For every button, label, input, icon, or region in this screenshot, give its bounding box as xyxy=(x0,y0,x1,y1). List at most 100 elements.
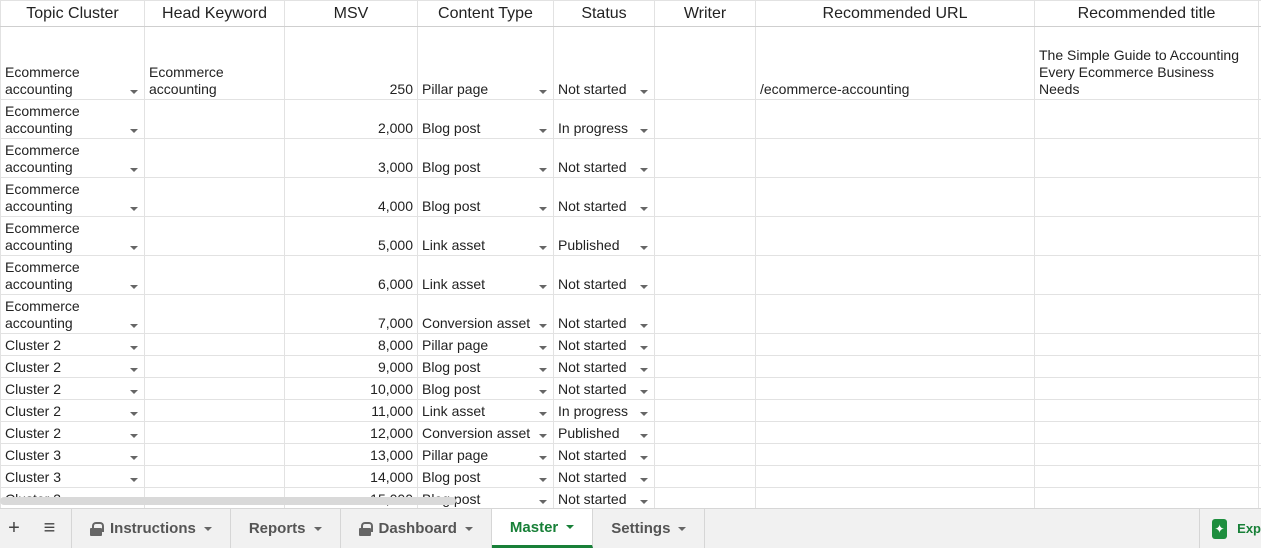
cell-content-type[interactable]: Link asset xyxy=(417,399,554,422)
tab-instructions[interactable]: Instructions xyxy=(72,509,231,548)
cell-head-keyword[interactable] xyxy=(144,177,285,217)
cell-recommended-title[interactable] xyxy=(1034,399,1259,422)
cell-content-type[interactable]: Blog post xyxy=(417,138,554,178)
cell-writer[interactable] xyxy=(654,216,756,256)
cell-recommended-title[interactable]: The Simple Guide to Accounting Every Eco… xyxy=(1034,26,1259,100)
dropdown-arrow-icon[interactable] xyxy=(539,434,547,438)
cell-recommended-title[interactable] xyxy=(1034,294,1259,334)
all-sheets-menu-icon[interactable]: ≡ xyxy=(28,509,72,548)
cell-head-keyword[interactable] xyxy=(144,255,285,295)
cell-status[interactable]: Not started xyxy=(553,255,655,295)
cell-recommended-title[interactable] xyxy=(1034,487,1259,508)
horizontal-scrollbar[interactable] xyxy=(0,497,456,505)
col-header-head-keyword[interactable]: Head Keyword xyxy=(144,0,285,27)
dropdown-arrow-icon[interactable] xyxy=(539,390,547,394)
add-sheet-button[interactable]: + xyxy=(0,509,28,548)
cell-recommended-url[interactable] xyxy=(755,377,1035,400)
cell-content-type[interactable]: Pillar page xyxy=(417,443,554,466)
dropdown-arrow-icon[interactable] xyxy=(640,168,648,172)
cell-topic-cluster[interactable]: Cluster 3 xyxy=(0,465,145,488)
cell-status[interactable]: Not started xyxy=(553,443,655,466)
cell-writer[interactable] xyxy=(654,399,756,422)
cell-status[interactable]: Not started xyxy=(553,138,655,178)
dropdown-arrow-icon[interactable] xyxy=(640,434,648,438)
cell-content-type[interactable]: Conversion asset xyxy=(417,294,554,334)
dropdown-arrow-icon[interactable] xyxy=(539,478,547,482)
cell-head-keyword[interactable] xyxy=(144,216,285,256)
dropdown-arrow-icon[interactable] xyxy=(130,285,138,289)
cell-msv[interactable]: 10,000 xyxy=(284,377,418,400)
dropdown-arrow-icon[interactable] xyxy=(130,478,138,482)
cell-recommended-title[interactable] xyxy=(1034,421,1259,444)
dropdown-arrow-icon[interactable] xyxy=(130,207,138,211)
col-header-topic-cluster[interactable]: Topic Cluster xyxy=(0,0,145,27)
cell-recommended-url[interactable] xyxy=(755,355,1035,378)
cell-recommended-url[interactable] xyxy=(755,255,1035,295)
cell-topic-cluster[interactable]: Ecommerce accounting xyxy=(0,294,145,334)
cell-head-keyword[interactable] xyxy=(144,377,285,400)
cell-msv[interactable]: 9,000 xyxy=(284,355,418,378)
cell-content-type[interactable]: Blog post xyxy=(417,465,554,488)
cell-writer[interactable] xyxy=(654,177,756,217)
dropdown-arrow-icon[interactable] xyxy=(640,500,648,504)
cell-status[interactable]: Not started xyxy=(553,294,655,334)
cell-msv[interactable]: 5,000 xyxy=(284,216,418,256)
cell-head-keyword[interactable] xyxy=(144,294,285,334)
cell-recommended-title[interactable] xyxy=(1034,99,1259,139)
cell-status[interactable]: Published xyxy=(553,216,655,256)
cell-topic-cluster[interactable]: Cluster 2 xyxy=(0,355,145,378)
col-header-msv[interactable]: MSV xyxy=(284,0,418,27)
cell-recommended-url[interactable] xyxy=(755,399,1035,422)
cell-head-keyword[interactable] xyxy=(144,399,285,422)
cell-topic-cluster[interactable]: Ecommerce accounting xyxy=(0,255,145,295)
cell-writer[interactable] xyxy=(654,333,756,356)
cell-content-type[interactable]: Conversion asset xyxy=(417,421,554,444)
dropdown-arrow-icon[interactable] xyxy=(640,246,648,250)
dropdown-arrow-icon[interactable] xyxy=(640,478,648,482)
dropdown-arrow-icon[interactable] xyxy=(539,285,547,289)
cell-head-keyword[interactable] xyxy=(144,99,285,139)
cell-writer[interactable] xyxy=(654,443,756,466)
dropdown-arrow-icon[interactable] xyxy=(130,246,138,250)
cell-recommended-title[interactable] xyxy=(1034,216,1259,256)
cell-head-keyword[interactable] xyxy=(144,465,285,488)
cell-recommended-url[interactable]: /ecommerce-accounting xyxy=(755,26,1035,100)
cell-head-keyword[interactable] xyxy=(144,333,285,356)
dropdown-arrow-icon[interactable] xyxy=(539,412,547,416)
cell-content-type[interactable]: Blog post xyxy=(417,355,554,378)
cell-recommended-url[interactable] xyxy=(755,487,1035,508)
cell-msv[interactable]: 12,000 xyxy=(284,421,418,444)
cell-recommended-title[interactable] xyxy=(1034,465,1259,488)
dropdown-arrow-icon[interactable] xyxy=(640,390,648,394)
cell-topic-cluster[interactable]: Cluster 2 xyxy=(0,333,145,356)
cell-content-type[interactable]: Pillar page xyxy=(417,26,554,100)
dropdown-arrow-icon[interactable] xyxy=(130,412,138,416)
dropdown-arrow-icon[interactable] xyxy=(539,368,547,372)
cell-msv[interactable]: 14,000 xyxy=(284,465,418,488)
cell-recommended-title[interactable] xyxy=(1034,177,1259,217)
dropdown-arrow-icon[interactable] xyxy=(539,324,547,328)
cell-topic-cluster[interactable]: Ecommerce accounting xyxy=(0,216,145,256)
cell-recommended-url[interactable] xyxy=(755,216,1035,256)
cell-head-keyword[interactable] xyxy=(144,355,285,378)
cell-status[interactable]: Not started xyxy=(553,377,655,400)
col-header-status[interactable]: Status xyxy=(553,0,655,27)
dropdown-arrow-icon[interactable] xyxy=(640,412,648,416)
cell-topic-cluster[interactable]: Ecommerce accounting xyxy=(0,26,145,100)
cell-status[interactable]: Not started xyxy=(553,355,655,378)
cell-msv[interactable]: 3,000 xyxy=(284,138,418,178)
tab-settings[interactable]: Settings xyxy=(593,509,706,548)
dropdown-arrow-icon[interactable] xyxy=(640,207,648,211)
cell-status[interactable]: Published xyxy=(553,421,655,444)
dropdown-arrow-icon[interactable] xyxy=(130,368,138,372)
dropdown-arrow-icon[interactable] xyxy=(130,346,138,350)
cell-topic-cluster[interactable]: Ecommerce accounting xyxy=(0,138,145,178)
dropdown-arrow-icon[interactable] xyxy=(130,324,138,328)
cell-topic-cluster[interactable]: Ecommerce accounting xyxy=(0,99,145,139)
cell-status[interactable]: Not started xyxy=(553,465,655,488)
dropdown-arrow-icon[interactable] xyxy=(640,456,648,460)
dropdown-arrow-icon[interactable] xyxy=(539,456,547,460)
col-header-recommended-title[interactable]: Recommended title xyxy=(1034,0,1259,27)
dropdown-arrow-icon[interactable] xyxy=(539,207,547,211)
cell-head-keyword[interactable]: Ecommerce accounting xyxy=(144,26,285,100)
